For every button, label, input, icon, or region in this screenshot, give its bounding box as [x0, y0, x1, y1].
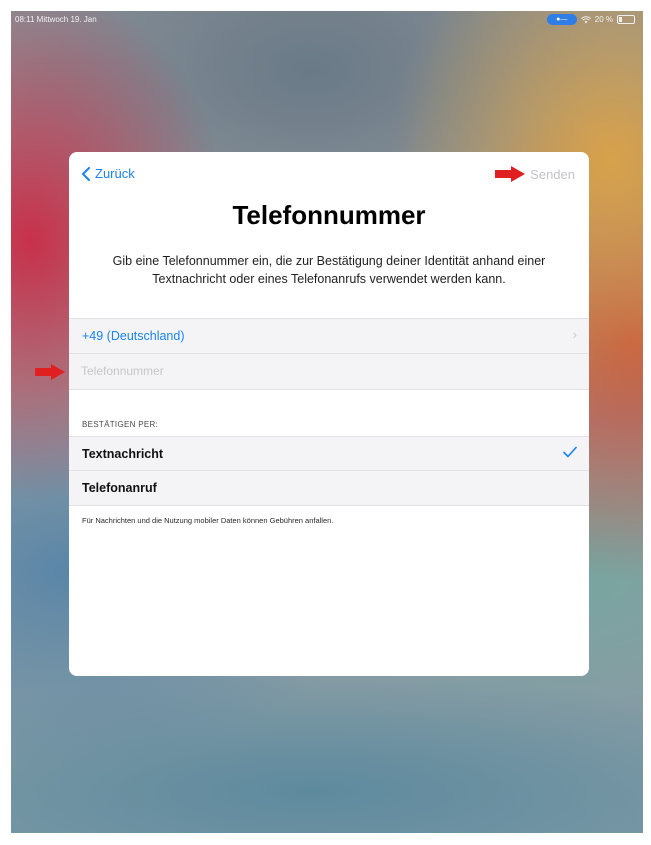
send-button[interactable]: Senden: [530, 167, 575, 182]
back-button[interactable]: Zurück: [81, 166, 135, 181]
ipad-screen: 08:11 Mittwoch 19. Jan ●— 20 % Zurück Se…: [11, 11, 643, 833]
option-phone-call[interactable]: Telefonanruf: [69, 470, 589, 506]
chevron-right-icon: ›: [572, 327, 577, 342]
option-text-message[interactable]: Textnachricht: [69, 436, 589, 471]
status-right: ●— 20 %: [546, 14, 635, 25]
country-code-label: +49 (Deutschland): [82, 329, 185, 343]
nav-bar: Zurück Senden: [69, 152, 589, 194]
phone-number-row: [69, 353, 589, 390]
option-label: Telefonanruf: [82, 481, 157, 495]
status-time-date: 08:11 Mittwoch 19. Jan: [15, 15, 97, 24]
option-label: Textnachricht: [82, 447, 164, 461]
status-time: 08:11: [15, 15, 35, 24]
phone-number-sheet: Zurück Senden Telefonnummer Gib eine Tel…: [69, 152, 589, 676]
status-date: Mittwoch 19. Jan: [36, 15, 97, 24]
checkmark-icon: [563, 446, 577, 458]
description-text: Gib eine Telefonnummer ein, die zur Best…: [112, 254, 546, 286]
red-arrow-annotation: [35, 364, 65, 380]
country-code-selector[interactable]: +49 (Deutschland) ›: [69, 318, 589, 353]
status-bar: 08:11 Mittwoch 19. Jan ●— 20 %: [11, 11, 643, 29]
page-title: Telefonnummer: [232, 200, 426, 230]
phone-number-input[interactable]: [81, 362, 561, 380]
screen-recording-indicator[interactable]: ●—: [546, 14, 577, 25]
chevron-left-icon: [82, 166, 90, 181]
red-arrow-annotation: [495, 166, 525, 182]
wifi-icon: [580, 15, 591, 23]
fees-footnote: Für Nachrichten und die Nutzung mobiler …: [82, 516, 334, 525]
verify-section-header: BESTÄTIGEN PER:: [82, 420, 159, 429]
back-label: Zurück: [95, 166, 135, 181]
battery-percentage: 20 %: [594, 15, 613, 24]
battery-icon: [617, 15, 635, 24]
